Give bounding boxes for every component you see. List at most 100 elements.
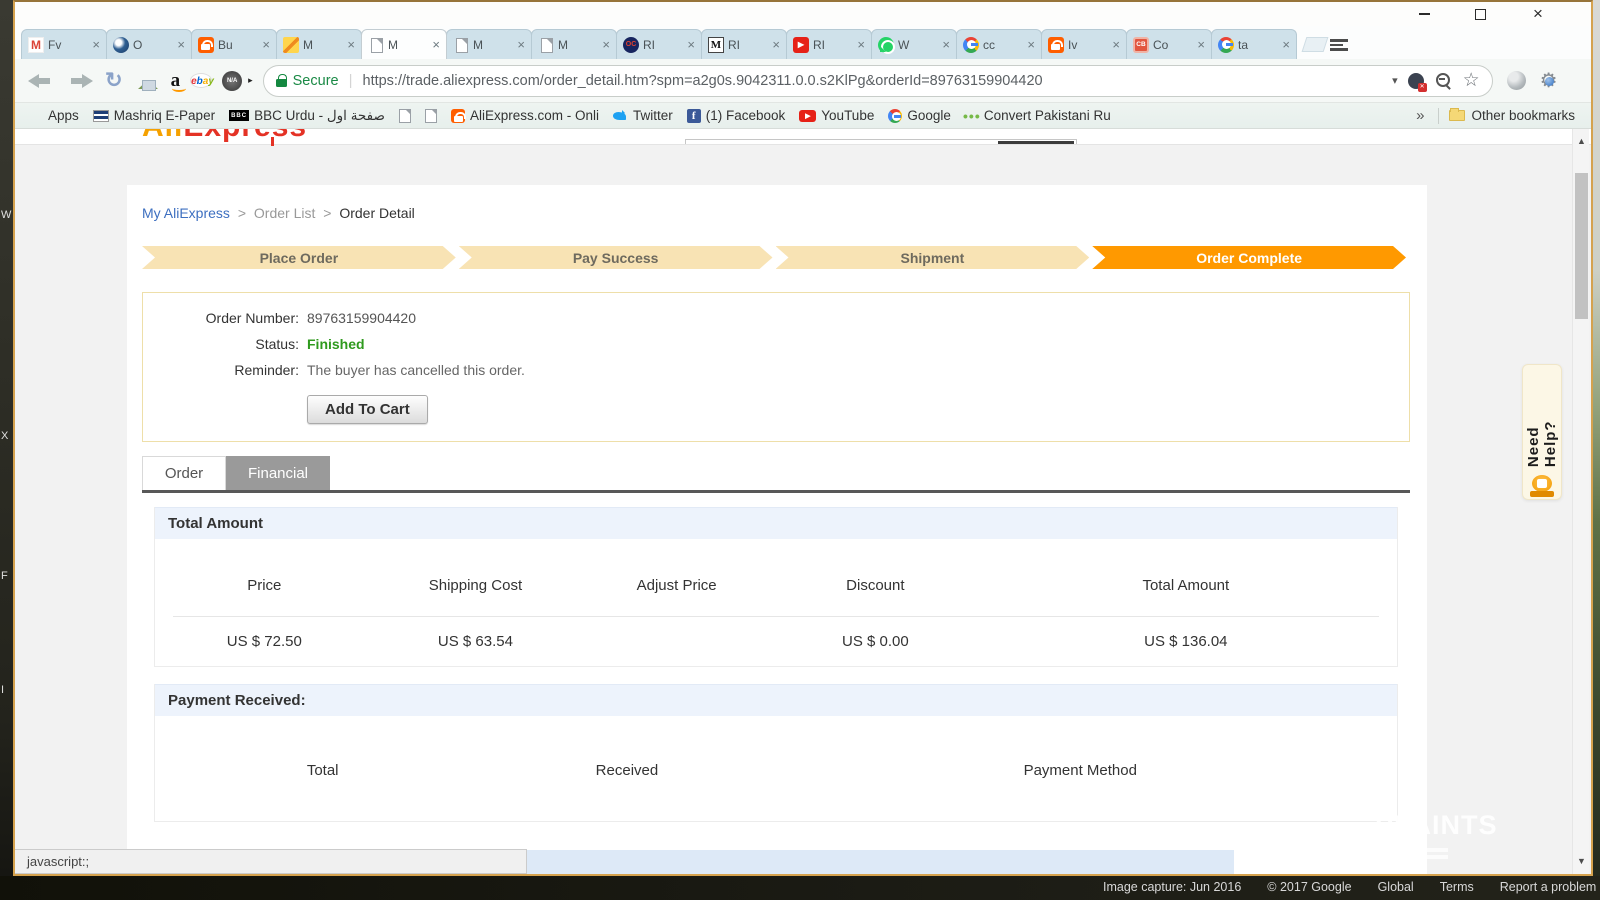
add-to-cart-button[interactable]: Add To Cart — [307, 395, 428, 424]
maximize-icon — [1475, 9, 1486, 20]
breadcrumb-order-list[interactable]: Order List — [254, 205, 315, 221]
download-manager-extension-icon[interactable]: ⚙ — [1540, 71, 1558, 91]
bookmark-document[interactable] — [425, 109, 437, 123]
background-left-strip: W X F I — [0, 0, 13, 900]
forward-button[interactable] — [67, 73, 93, 89]
browser-tab[interactable]: O × — [106, 29, 192, 59]
bookmark-document[interactable] — [399, 109, 411, 123]
browser-tab[interactable]: Iv × — [1041, 29, 1127, 59]
toolbar-overflow-chevron[interactable]: ▸ — [248, 75, 253, 86]
ebay-shortcut-icon[interactable]: ebay — [190, 73, 212, 88]
back-icon — [28, 73, 54, 89]
tab-close-icon[interactable]: × — [177, 38, 185, 51]
na-badge-icon[interactable]: N/A — [222, 71, 242, 91]
browser-tab[interactable]: Bu × — [191, 29, 277, 59]
browser-tab[interactable]: cc × — [956, 29, 1042, 59]
col-received: Received — [490, 762, 763, 779]
maximize-button[interactable] — [1471, 6, 1489, 22]
address-bar[interactable]: Secure | https://trade.aliexpress.com/or… — [263, 65, 1493, 97]
aliexpress-header-fragment: AliExpress — [15, 129, 1591, 145]
browser-tab[interactable]: M × — [531, 29, 617, 59]
tab-close-icon[interactable]: × — [92, 38, 100, 51]
page-scrollbar[interactable]: ▲ ▼ — [1572, 129, 1589, 874]
financial-table-header: Price Shipping Cost Adjust Price Discoun… — [155, 577, 1397, 594]
bookmark-bbc-urdu[interactable]: BBC BBC Urdu - صفحة اول — [229, 108, 385, 124]
tab-close-icon[interactable]: × — [517, 38, 525, 51]
bookmark-convert[interactable]: ••• Convert Pakistani Ru — [965, 108, 1111, 123]
tab-close-icon[interactable]: × — [432, 38, 440, 51]
aliexpress-logo[interactable]: AliExpress — [142, 129, 307, 144]
url-text[interactable]: https://trade.aliexpress.com/order_detai… — [363, 73, 1383, 89]
tab-close-icon[interactable]: × — [772, 38, 780, 51]
m-logo-favicon: M — [708, 37, 724, 53]
back-button[interactable] — [28, 73, 54, 89]
tab-close-icon[interactable]: × — [262, 38, 270, 51]
breadcrumb-my-aliexpress[interactable]: My AliExpress — [142, 205, 230, 221]
tab-close-icon[interactable]: × — [1027, 38, 1035, 51]
bookmark-mashriq[interactable]: Mashriq E-Paper — [93, 108, 215, 123]
bookmarks-overflow-chevron[interactable]: » — [1416, 107, 1424, 124]
bookmark-twitter[interactable]: Twitter — [613, 108, 673, 123]
tab-close-icon[interactable]: × — [942, 38, 950, 51]
new-tab-button[interactable] — [1302, 37, 1329, 52]
bookmarks-divider — [1438, 108, 1439, 124]
globe-extension-icon[interactable] — [1507, 71, 1526, 90]
help-robot-icon — [1529, 475, 1555, 499]
need-help-widget[interactable]: Need Help? — [1522, 364, 1562, 500]
bookmark-aliexpress[interactable]: AliExpress.com - Onli — [451, 108, 599, 123]
bookmark-google[interactable]: Google — [888, 108, 951, 123]
bookmark-facebook[interactable]: f (1) Facebook — [687, 108, 786, 123]
payment-received-title: Payment Received: — [155, 684, 1397, 716]
tab-close-icon[interactable]: × — [687, 38, 695, 51]
browser-tab[interactable]: CB Co × — [1126, 29, 1212, 59]
apps-shortcut[interactable]: Apps — [29, 108, 79, 123]
browser-tab[interactable]: ta × — [1211, 29, 1297, 59]
tab-close-icon[interactable]: × — [1112, 38, 1120, 51]
tab-close-icon[interactable]: × — [857, 38, 865, 51]
google-g-icon — [888, 109, 902, 123]
search-button-fragment[interactable] — [998, 141, 1074, 145]
adblock-extension-icon[interactable] — [1408, 73, 1424, 89]
tab-close-icon[interactable]: × — [347, 38, 355, 51]
refresh-button[interactable]: ↻ — [105, 70, 123, 91]
browser-tab[interactable]: ▶ RI × — [786, 29, 872, 59]
credit-report-link[interactable]: Report a problem — [1500, 880, 1597, 894]
home-button[interactable] — [137, 72, 159, 90]
browser-tab[interactable]: M RI × — [701, 29, 787, 59]
tab-list-menu-icon[interactable] — [1330, 37, 1348, 53]
browser-tab-active[interactable]: M × — [361, 29, 447, 59]
zoom-out-icon[interactable] — [1436, 73, 1451, 88]
col-total-amount: Total Amount — [975, 577, 1397, 594]
browser-tab[interactable]: W × — [871, 29, 957, 59]
browser-tab[interactable]: M × — [446, 29, 532, 59]
minimize-button[interactable] — [1415, 6, 1433, 22]
breadcrumb-order-detail: Order Detail — [339, 205, 414, 221]
whatsapp-favicon — [878, 37, 894, 53]
close-window-button[interactable]: × — [1529, 6, 1547, 22]
google-favicon — [963, 37, 979, 53]
credit-terms-link[interactable]: Terms — [1440, 880, 1474, 894]
scroll-down-icon[interactable]: ▼ — [1573, 856, 1590, 866]
scrollbar-thumb[interactable] — [1575, 173, 1588, 319]
amazon-shortcut-icon[interactable]: a — [171, 71, 181, 90]
browser-tab[interactable]: M × — [276, 29, 362, 59]
search-box-fragment[interactable] — [685, 139, 1077, 145]
browser-tab[interactable]: OC RI × — [616, 29, 702, 59]
tab-close-icon[interactable]: × — [1197, 38, 1205, 51]
tab-order[interactable]: Order — [142, 456, 226, 490]
bookmark-youtube[interactable]: ▶ YouTube — [799, 108, 874, 123]
reminder-value: The buyer has cancelled this order. — [307, 362, 525, 379]
apps-grid-icon — [29, 109, 43, 123]
tab-financial[interactable]: Financial — [226, 456, 330, 490]
tab-close-icon[interactable]: × — [1282, 38, 1290, 51]
bg-letter: W — [1, 209, 11, 221]
other-bookmarks-button[interactable]: Other bookmarks — [1471, 108, 1575, 123]
credit-global-link[interactable]: Global — [1378, 880, 1414, 894]
tab-close-icon[interactable]: × — [602, 38, 610, 51]
bookmark-star-icon[interactable]: ☆ — [1463, 71, 1480, 90]
browser-tab[interactable]: M Fv × — [21, 29, 107, 59]
facebook-icon: f — [687, 109, 701, 123]
cb-badge-favicon: CB — [1133, 37, 1149, 53]
chevron-down-icon[interactable]: ▾ — [1392, 74, 1398, 87]
scroll-up-icon[interactable]: ▲ — [1573, 136, 1590, 146]
